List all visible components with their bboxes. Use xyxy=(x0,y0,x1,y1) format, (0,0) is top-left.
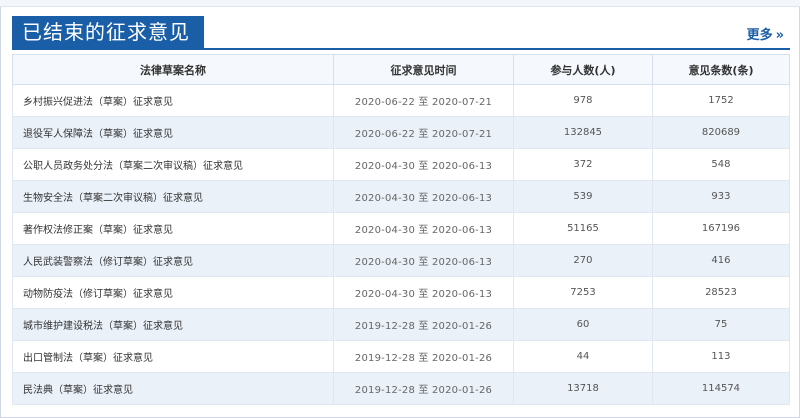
period-cell: 2019-12-28 至 2020-01-26 xyxy=(333,340,514,373)
people-cell: 51165 xyxy=(512,212,653,245)
law-name-link[interactable]: 出口管制法（草案）征求意见 xyxy=(11,340,335,373)
count-cell: 167196 xyxy=(651,212,791,245)
table-row[interactable]: 退役军人保障法（草案）征求意见 2020-06-22 至 2020-07-21 … xyxy=(11,116,791,149)
column-header-people: 参与人数(人) xyxy=(512,54,653,85)
law-name-link[interactable]: 乡村振兴促进法（草案）征求意见 xyxy=(11,84,335,117)
section-title: 已结束的征求意见 xyxy=(12,16,204,48)
table-row[interactable]: 著作权法修正案（草案）征求意见 2020-04-30 至 2020-06-13 … xyxy=(11,212,791,245)
people-cell: 372 xyxy=(512,148,653,181)
table-row[interactable]: 出口管制法（草案）征求意见 2019-12-28 至 2020-01-26 44… xyxy=(11,340,791,373)
people-cell: 7253 xyxy=(512,276,653,309)
period-cell: 2020-04-30 至 2020-06-13 xyxy=(333,212,514,245)
law-name-link[interactable]: 城市维护建设税法（草案）征求意见 xyxy=(11,308,335,341)
period-cell: 2020-06-22 至 2020-07-21 xyxy=(333,84,514,117)
count-cell: 820689 xyxy=(651,116,791,149)
people-cell: 270 xyxy=(512,244,653,277)
people-cell: 13718 xyxy=(512,372,653,405)
people-cell: 60 xyxy=(512,308,653,341)
law-name-link[interactable]: 动物防疫法（修订草案）征求意见 xyxy=(11,276,335,309)
table-header-row: 法律草案名称 征求意见时间 参与人数(人) 意见条数(条) xyxy=(11,54,791,85)
count-cell: 28523 xyxy=(651,276,791,309)
column-header-count: 意见条数(条) xyxy=(651,54,791,85)
table-row[interactable]: 民法典（草案）征求意见 2019-12-28 至 2020-01-26 1371… xyxy=(11,372,791,405)
section-title-text: 已结束的征求意见 xyxy=(22,20,190,44)
count-cell: 1752 xyxy=(651,84,791,117)
double-chevron-right-icon: » xyxy=(775,28,784,43)
law-name-link[interactable]: 人民武装警察法（修订草案）征求意见 xyxy=(11,244,335,277)
table-row[interactable]: 城市维护建设税法（草案）征求意见 2019-12-28 至 2020-01-26… xyxy=(11,308,791,341)
count-cell: 933 xyxy=(651,180,791,213)
period-cell: 2020-04-30 至 2020-06-13 xyxy=(333,148,514,181)
top-strip xyxy=(0,0,800,7)
law-name-link[interactable]: 著作权法修正案（草案）征求意见 xyxy=(11,212,335,245)
table-row[interactable]: 动物防疫法（修订草案）征求意见 2020-04-30 至 2020-06-13 … xyxy=(11,276,791,309)
law-name-link[interactable]: 民法典（草案）征求意见 xyxy=(11,372,335,405)
count-cell: 548 xyxy=(651,148,791,181)
count-cell: 113 xyxy=(651,340,791,373)
period-cell: 2020-04-30 至 2020-06-13 xyxy=(333,180,514,213)
people-cell: 132845 xyxy=(512,116,653,149)
count-cell: 416 xyxy=(651,244,791,277)
table-row[interactable]: 人民武装警察法（修订草案）征求意见 2020-04-30 至 2020-06-1… xyxy=(11,244,791,277)
table-row[interactable]: 生物安全法（草案二次审议稿）征求意见 2020-04-30 至 2020-06-… xyxy=(11,180,791,213)
period-cell: 2019-12-28 至 2020-01-26 xyxy=(333,372,514,405)
table-row[interactable]: 公职人员政务处分法（草案二次审议稿）征求意见 2020-04-30 至 2020… xyxy=(11,148,791,181)
period-cell: 2020-06-22 至 2020-07-21 xyxy=(333,116,514,149)
more-link[interactable]: 更多» xyxy=(747,24,784,43)
table-row[interactable]: 乡村振兴促进法（草案）征求意见 2020-06-22 至 2020-07-21 … xyxy=(11,84,791,117)
period-cell: 2020-04-30 至 2020-06-13 xyxy=(333,276,514,309)
people-cell: 44 xyxy=(512,340,653,373)
period-cell: 2019-12-28 至 2020-01-26 xyxy=(333,308,514,341)
law-name-link[interactable]: 公职人员政务处分法（草案二次审议稿）征求意见 xyxy=(11,148,335,181)
column-header-period: 征求意见时间 xyxy=(333,54,514,85)
people-cell: 978 xyxy=(512,84,653,117)
period-cell: 2020-04-30 至 2020-06-13 xyxy=(333,244,514,277)
law-name-link[interactable]: 退役军人保障法（草案）征求意见 xyxy=(11,116,335,149)
column-header-name: 法律草案名称 xyxy=(11,54,335,85)
people-cell: 539 xyxy=(512,180,653,213)
count-cell: 75 xyxy=(651,308,791,341)
more-label: 更多 xyxy=(746,28,773,43)
law-name-link[interactable]: 生物安全法（草案二次审议稿）征求意见 xyxy=(11,180,335,213)
title-underline xyxy=(12,48,790,50)
count-cell: 114574 xyxy=(651,372,791,405)
consultation-table: 法律草案名称 征求意见时间 参与人数(人) 意见条数(条) 乡村振兴促进法（草案… xyxy=(11,54,791,405)
